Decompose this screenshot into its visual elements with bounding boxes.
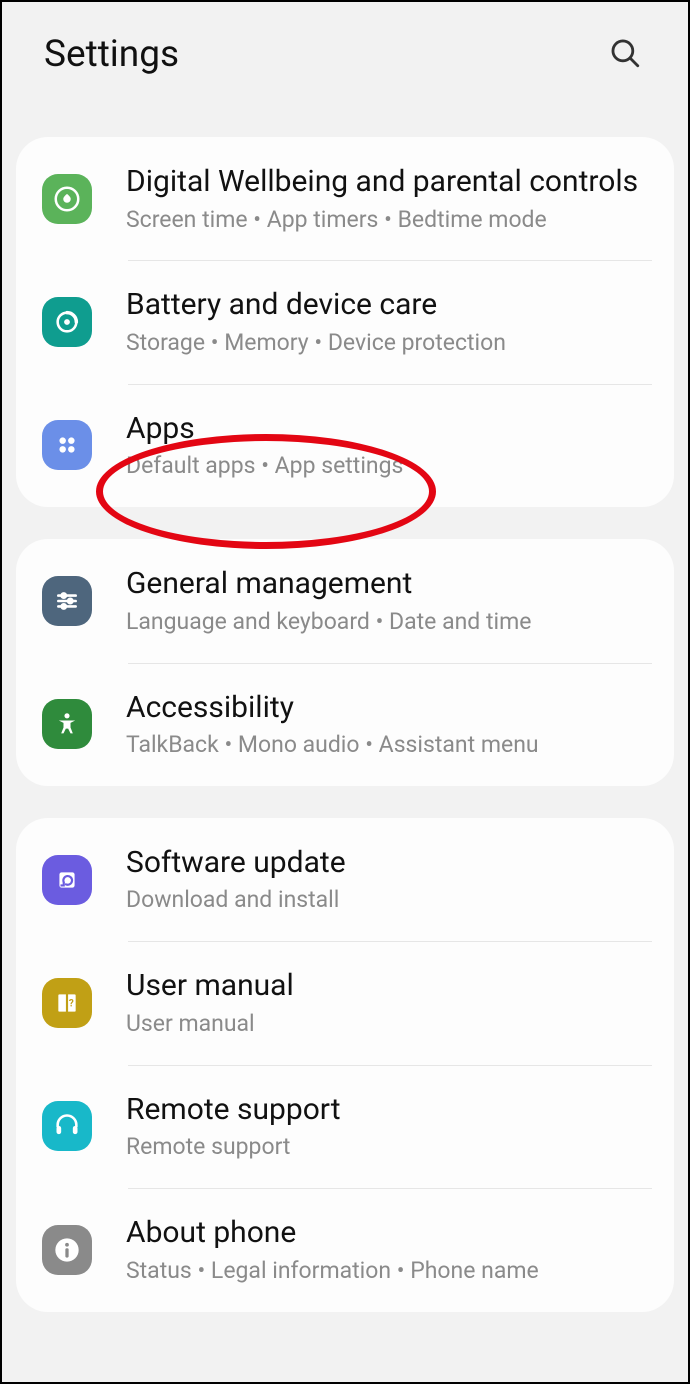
row-subtitle: Storage • Memory • Device protection bbox=[126, 328, 652, 358]
row-text: Digital Wellbeing and parental controls … bbox=[126, 159, 652, 238]
row-subtitle: Remote support bbox=[126, 1132, 652, 1162]
row-about-phone[interactable]: About phone Status • Legal information •… bbox=[16, 1188, 674, 1311]
general-management-icon bbox=[42, 576, 92, 626]
row-text: User manual User manual bbox=[126, 963, 652, 1042]
search-button[interactable] bbox=[604, 32, 646, 77]
row-title: Battery and device care bbox=[126, 286, 652, 324]
row-subtitle: Default apps • App settings bbox=[126, 451, 652, 481]
row-text: General management Language and keyboard… bbox=[126, 561, 652, 640]
user-manual-icon: ? bbox=[42, 978, 92, 1028]
about-phone-icon bbox=[42, 1225, 92, 1275]
battery-care-icon bbox=[42, 297, 92, 347]
row-accessibility[interactable]: Accessibility TalkBack • Mono audio • As… bbox=[16, 663, 674, 786]
settings-group-1: General management Language and keyboard… bbox=[16, 539, 674, 786]
row-user-manual[interactable]: ? User manual User manual bbox=[16, 941, 674, 1064]
apps-icon bbox=[42, 420, 92, 470]
row-subtitle: TalkBack • Mono audio • Assistant menu bbox=[126, 730, 652, 760]
row-subtitle: Status • Legal information • Phone name bbox=[126, 1256, 652, 1286]
row-text: Battery and device care Storage • Memory… bbox=[126, 282, 652, 361]
svg-text:?: ? bbox=[69, 998, 74, 1009]
software-update-icon bbox=[42, 855, 92, 905]
settings-group-2: Software update Download and install ? U… bbox=[16, 818, 674, 1312]
row-general-management[interactable]: General management Language and keyboard… bbox=[16, 539, 674, 662]
row-title: Remote support bbox=[126, 1091, 652, 1129]
row-battery-device-care[interactable]: Battery and device care Storage • Memory… bbox=[16, 260, 674, 383]
row-title: Digital Wellbeing and parental controls bbox=[126, 163, 652, 201]
remote-support-icon bbox=[42, 1101, 92, 1151]
row-title: Apps bbox=[126, 410, 652, 448]
wellbeing-icon bbox=[42, 174, 92, 224]
row-title: General management bbox=[126, 565, 652, 603]
row-title: Accessibility bbox=[126, 689, 652, 727]
row-title: Software update bbox=[126, 844, 652, 882]
row-remote-support[interactable]: Remote support Remote support bbox=[16, 1065, 674, 1188]
accessibility-icon bbox=[42, 699, 92, 749]
header: Settings bbox=[2, 2, 688, 137]
row-software-update[interactable]: Software update Download and install bbox=[16, 818, 674, 941]
row-digital-wellbeing[interactable]: Digital Wellbeing and parental controls … bbox=[16, 137, 674, 260]
page-title: Settings bbox=[44, 33, 179, 76]
row-text: Remote support Remote support bbox=[126, 1087, 652, 1166]
row-subtitle: Language and keyboard • Date and time bbox=[126, 607, 652, 637]
search-icon bbox=[608, 36, 642, 70]
row-subtitle: User manual bbox=[126, 1009, 652, 1039]
row-text: Software update Download and install bbox=[126, 840, 652, 919]
row-subtitle: Download and install bbox=[126, 885, 652, 915]
row-subtitle: Screen time • App timers • Bedtime mode bbox=[126, 205, 652, 235]
row-text: Apps Default apps • App settings bbox=[126, 406, 652, 485]
row-title: About phone bbox=[126, 1214, 652, 1252]
row-title: User manual bbox=[126, 967, 652, 1005]
row-apps[interactable]: Apps Default apps • App settings bbox=[16, 384, 674, 507]
settings-group-0: Digital Wellbeing and parental controls … bbox=[16, 137, 674, 507]
row-text: Accessibility TalkBack • Mono audio • As… bbox=[126, 685, 652, 764]
row-text: About phone Status • Legal information •… bbox=[126, 1210, 652, 1289]
